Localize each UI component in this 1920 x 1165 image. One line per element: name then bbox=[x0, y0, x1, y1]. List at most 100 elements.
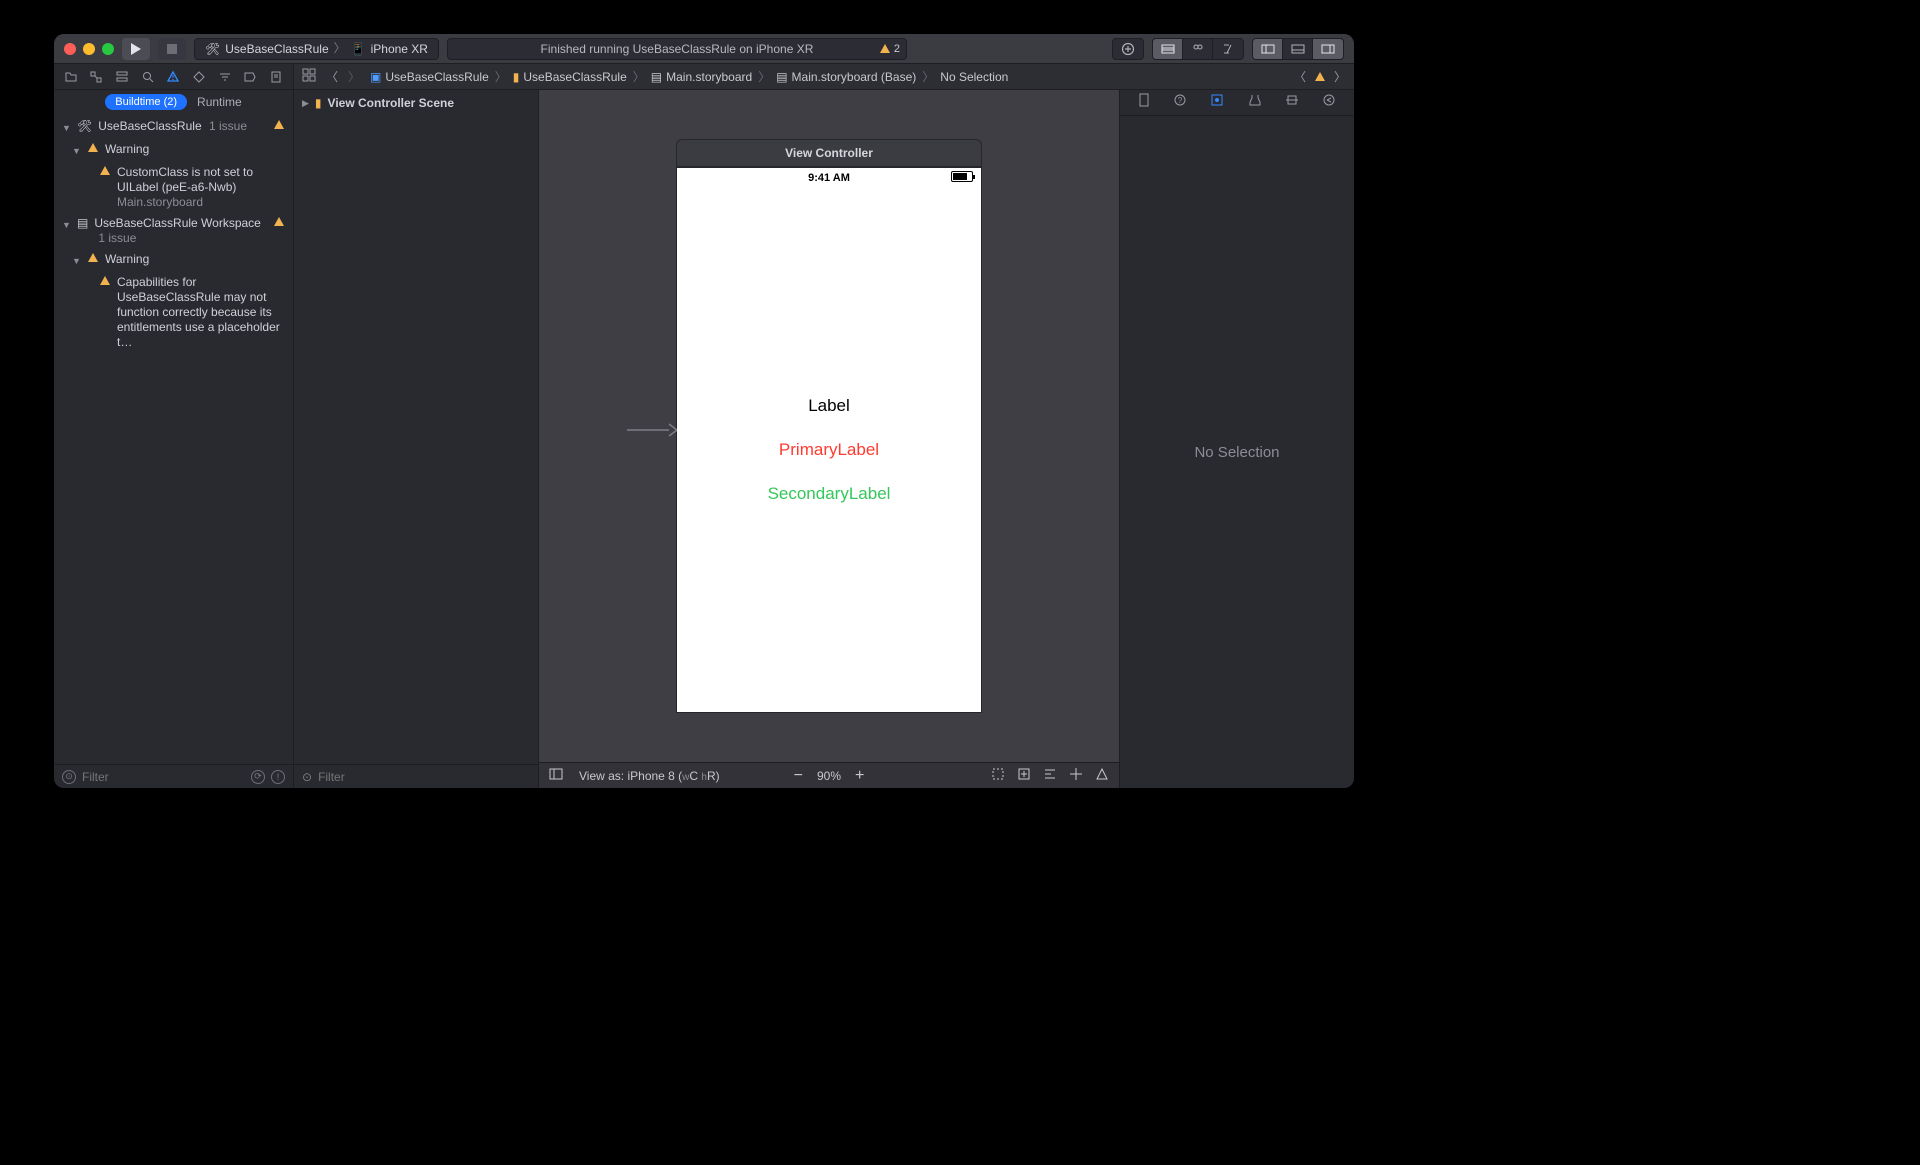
issue-title: Capabilities for UseBaseClassRule may no… bbox=[117, 275, 285, 350]
issue-row[interactable]: Capabilities for UseBaseClassRule may no… bbox=[54, 272, 293, 353]
warning-icon bbox=[87, 252, 99, 264]
bc-selection[interactable]: No Selection bbox=[940, 70, 1008, 84]
scheme-device: iPhone XR bbox=[371, 42, 428, 56]
source-control-nav-icon[interactable] bbox=[89, 70, 103, 84]
activity-status: Finished running UseBaseClassRule on iPh… bbox=[447, 38, 907, 60]
attributes-inspector-icon[interactable] bbox=[1248, 93, 1262, 112]
minimize-window-button[interactable] bbox=[83, 43, 95, 55]
editor-mode-segment bbox=[1152, 38, 1244, 60]
bc-folder[interactable]: ▮UseBaseClassRule bbox=[513, 70, 627, 84]
warning-icon bbox=[1314, 71, 1326, 83]
navigator-filter-bar: ⊙ ⟳ ! bbox=[54, 764, 293, 788]
scheme-project: UseBaseClassRule bbox=[225, 42, 328, 56]
test-nav-icon[interactable] bbox=[192, 70, 206, 84]
scene-icon: ▮ bbox=[315, 96, 322, 110]
filter-scope-button[interactable]: ⊙ bbox=[302, 770, 312, 784]
find-nav-icon[interactable] bbox=[141, 70, 155, 84]
phone-status-bar: 9:41 AM bbox=[677, 168, 981, 188]
recent-filter-icon[interactable]: ⟳ bbox=[251, 770, 265, 784]
outline-filter-bar: ⊙ bbox=[294, 764, 538, 788]
back-button[interactable]: 〈 bbox=[326, 68, 338, 85]
uilabel-default[interactable]: Label bbox=[808, 396, 850, 416]
navigator-selector bbox=[54, 64, 293, 90]
toggle-inspector-button[interactable] bbox=[1313, 39, 1343, 59]
inspector-panel: ? No Selection bbox=[1119, 90, 1354, 788]
warnings-filter-icon[interactable]: ! bbox=[271, 770, 285, 784]
project-issue-group[interactable]: ▼ 🛠 UseBaseClassRule 1 issue bbox=[54, 116, 293, 139]
panel-toggle-segment bbox=[1252, 38, 1344, 60]
filter-input[interactable] bbox=[82, 770, 245, 784]
connections-inspector-icon[interactable] bbox=[1322, 93, 1336, 112]
issue-title: CustomClass is not set to UILabel (peE-a… bbox=[117, 165, 253, 194]
symbol-nav-icon[interactable] bbox=[115, 70, 129, 84]
standard-editor-button[interactable] bbox=[1153, 39, 1183, 59]
add-constraints-button[interactable] bbox=[1069, 767, 1083, 784]
update-frames-button[interactable] bbox=[991, 767, 1005, 784]
close-window-button[interactable] bbox=[64, 43, 76, 55]
zoom-window-button[interactable] bbox=[102, 43, 114, 55]
outline-scene-row[interactable]: ▶ ▮ View Controller Scene bbox=[294, 90, 538, 116]
view-as-label[interactable]: View as: iPhone 8 (wC hR) bbox=[579, 769, 720, 783]
warning-icon bbox=[99, 275, 111, 287]
issue-tree: ▼ 🛠 UseBaseClassRule 1 issue ▼ Warning C… bbox=[54, 116, 293, 764]
warning-icon bbox=[99, 165, 111, 177]
issue-nav-icon[interactable] bbox=[166, 70, 180, 84]
report-nav-icon[interactable] bbox=[269, 70, 283, 84]
chevron-right-icon: 〉 bbox=[334, 39, 346, 56]
status-time: 9:41 AM bbox=[808, 172, 850, 184]
assistant-editor-button[interactable] bbox=[1183, 39, 1213, 59]
zoom-out-button[interactable]: − bbox=[794, 767, 803, 785]
forward-button[interactable]: 〉 bbox=[348, 68, 360, 85]
window-controls bbox=[64, 43, 114, 55]
warning-group[interactable]: ▼ Warning bbox=[54, 139, 293, 162]
scheme-selector[interactable]: 🛠 UseBaseClassRule 〉 📱 iPhone XR bbox=[194, 38, 439, 60]
next-issue-button[interactable]: 〉 bbox=[1334, 68, 1346, 85]
jump-bar: 〈 〉 ▣UseBaseClassRule 〉 ▮UseBaseClassRule… bbox=[294, 64, 1354, 90]
related-items-icon[interactable] bbox=[302, 68, 316, 85]
status-warning-badge[interactable]: 2 bbox=[879, 43, 900, 55]
uilabel-secondary[interactable]: SecondaryLabel bbox=[768, 484, 891, 504]
warning-icon bbox=[273, 216, 285, 228]
zoom-level[interactable]: 90% bbox=[817, 769, 841, 783]
no-selection-label: No Selection bbox=[1194, 444, 1279, 461]
issue-row[interactable]: CustomClass is not set to UILabel (peE-a… bbox=[54, 162, 293, 213]
issue-scope-tabs: Buildtime (2) Runtime bbox=[54, 90, 293, 116]
vc-title-bar[interactable]: View Controller bbox=[676, 139, 982, 167]
outline-filter-input[interactable] bbox=[318, 770, 530, 784]
size-inspector-icon[interactable] bbox=[1285, 93, 1299, 112]
zoom-in-button[interactable]: + bbox=[855, 767, 864, 785]
version-editor-button[interactable] bbox=[1213, 39, 1243, 59]
toggle-outline-button[interactable] bbox=[549, 768, 563, 783]
embed-in-button[interactable] bbox=[1017, 767, 1031, 784]
warning-group[interactable]: ▼ Warning bbox=[54, 249, 293, 272]
resolve-issues-button[interactable] bbox=[1095, 767, 1109, 784]
document-outline: ▶ ▮ View Controller Scene ⊙ bbox=[294, 90, 539, 788]
file-inspector-icon[interactable] bbox=[1138, 93, 1150, 112]
view-controller[interactable]: View Controller 9:41 AM Label PrimaryLab… bbox=[676, 139, 982, 713]
runtime-tab[interactable]: Runtime bbox=[197, 95, 242, 109]
stop-button[interactable] bbox=[158, 38, 186, 60]
uilabel-primary[interactable]: PrimaryLabel bbox=[779, 440, 879, 460]
ib-canvas[interactable]: View Controller 9:41 AM Label PrimaryLab… bbox=[539, 90, 1119, 788]
library-button[interactable] bbox=[1112, 38, 1144, 60]
prev-issue-button[interactable]: 〈 bbox=[1294, 68, 1306, 85]
workspace-icon: ▤ bbox=[77, 216, 88, 231]
project-nav-icon[interactable] bbox=[64, 70, 78, 84]
toggle-navigator-button[interactable] bbox=[1253, 39, 1283, 59]
filter-scope-button[interactable]: ⊙ bbox=[62, 770, 76, 784]
bc-project[interactable]: ▣UseBaseClassRule bbox=[370, 70, 489, 84]
bc-base[interactable]: ▤Main.storyboard (Base) bbox=[776, 70, 916, 84]
buildtime-tab[interactable]: Buildtime (2) bbox=[105, 94, 187, 110]
identity-inspector-icon[interactable] bbox=[1210, 93, 1224, 112]
inspector-body: No Selection bbox=[1120, 116, 1354, 788]
bc-file[interactable]: ▤Main.storyboard bbox=[651, 70, 752, 84]
inspector-selector: ? bbox=[1120, 90, 1354, 116]
breakpoint-nav-icon[interactable] bbox=[243, 70, 257, 84]
run-button[interactable] bbox=[122, 38, 150, 60]
toggle-debug-button[interactable] bbox=[1283, 39, 1313, 59]
quickhelp-inspector-icon[interactable]: ? bbox=[1173, 93, 1187, 112]
debug-nav-icon[interactable] bbox=[218, 70, 232, 84]
align-button[interactable] bbox=[1043, 767, 1057, 784]
initial-vc-arrow-icon bbox=[627, 420, 677, 445]
workspace-issue-group[interactable]: ▼ ▤ UseBaseClassRule Workspace 1 issue bbox=[54, 213, 293, 249]
